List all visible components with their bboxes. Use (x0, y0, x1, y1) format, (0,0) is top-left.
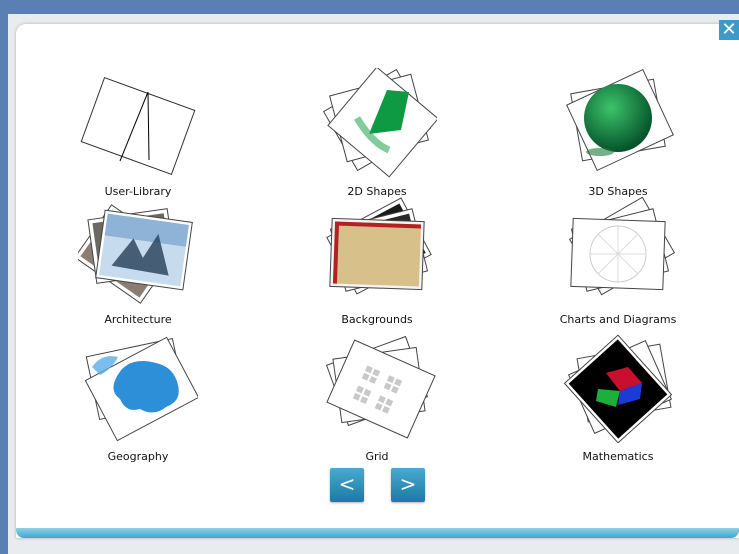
panel-bottom-bar (16, 528, 739, 538)
category-grid[interactable]: Grid (297, 333, 457, 468)
category-label: Mathematics (582, 450, 654, 463)
2d-shapes-thumbnail-icon (322, 68, 437, 178)
category-label: Backgrounds (341, 313, 413, 326)
category-2d-shapes[interactable]: 2D Shapes (297, 68, 457, 203)
category-label: Grid (365, 450, 389, 463)
category-3d-shapes[interactable]: 3D Shapes (538, 68, 698, 203)
category-label: Architecture (104, 313, 172, 326)
mathematics-thumbnail-icon (563, 334, 673, 443)
3d-shapes-thumbnail-icon (566, 68, 674, 172)
category-geography[interactable]: Geography (58, 333, 218, 468)
category-charts-and-diagrams[interactable]: Charts and Diagrams (538, 196, 698, 331)
category-label: Charts and Diagrams (559, 313, 677, 326)
category-backgrounds[interactable]: Backgrounds (297, 196, 457, 331)
user-library-thumbnail-icon (80, 76, 196, 176)
category-user-library[interactable]: User-Library (58, 68, 218, 203)
category-label: Geography (107, 450, 169, 463)
grid-thumbnail-icon (325, 335, 436, 439)
architecture-thumbnail-icon (78, 204, 193, 304)
geography-thumbnail-icon (84, 336, 198, 442)
close-button[interactable]: ✕ (719, 20, 739, 40)
charts-thumbnail-icon (568, 196, 676, 296)
category-mathematics[interactable]: Mathematics (538, 333, 698, 468)
category-architecture[interactable]: Architecture (58, 196, 218, 331)
next-page-button[interactable]: > (391, 468, 425, 502)
backgrounds-thumbnail-icon (326, 197, 432, 295)
previous-page-button[interactable]: < (330, 468, 364, 502)
